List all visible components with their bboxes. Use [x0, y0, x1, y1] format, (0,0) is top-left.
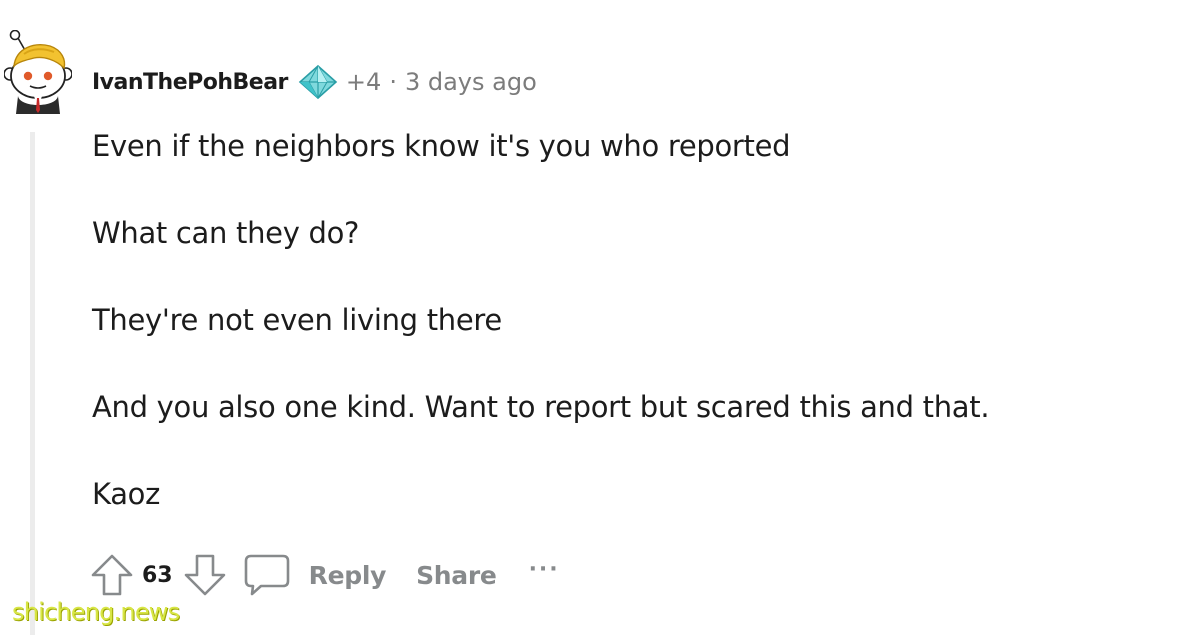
downvote-arrow-icon[interactable]: [179, 549, 231, 601]
more-options-button[interactable]: ···: [529, 557, 560, 582]
comment: IvanThePohBear +4 · 3 days ago Even if t…: [0, 0, 1200, 635]
speech-bubble-icon: [241, 549, 293, 601]
comment-timestamp[interactable]: 3 days ago: [405, 68, 537, 96]
upvote-arrow-icon[interactable]: [86, 549, 138, 601]
share-button[interactable]: Share: [416, 561, 497, 590]
award-count: +4: [345, 68, 382, 96]
vote-count: 63: [142, 562, 173, 588]
reply-label: Reply: [308, 560, 387, 590]
avatar-snoo-icon: [3, 29, 73, 114]
thread-line[interactable]: [30, 132, 35, 635]
comment-paragraph: Kaoz: [92, 477, 161, 511]
username-link[interactable]: IvanThePohBear: [92, 70, 288, 95]
reply-button[interactable]: Reply: [241, 549, 386, 601]
comment-body: Even if the neighbors know it's you who …: [92, 124, 1182, 559]
diamond-award-icon[interactable]: [298, 64, 338, 100]
comment-actions: 63 Reply Share ···: [86, 548, 560, 602]
user-avatar[interactable]: [3, 29, 73, 114]
comment-paragraph: They're not even living there: [92, 303, 502, 337]
comment-paragraph: And you also one kind. Want to report bu…: [92, 390, 990, 424]
watermark: shicheng.news: [12, 598, 180, 626]
comment-meta: IvanThePohBear +4 · 3 days ago: [92, 62, 537, 102]
comment-paragraph: What can they do?: [92, 216, 360, 250]
comment-paragraph: Even if the neighbors know it's you who …: [92, 129, 791, 163]
meta-separator: ·: [389, 68, 397, 96]
